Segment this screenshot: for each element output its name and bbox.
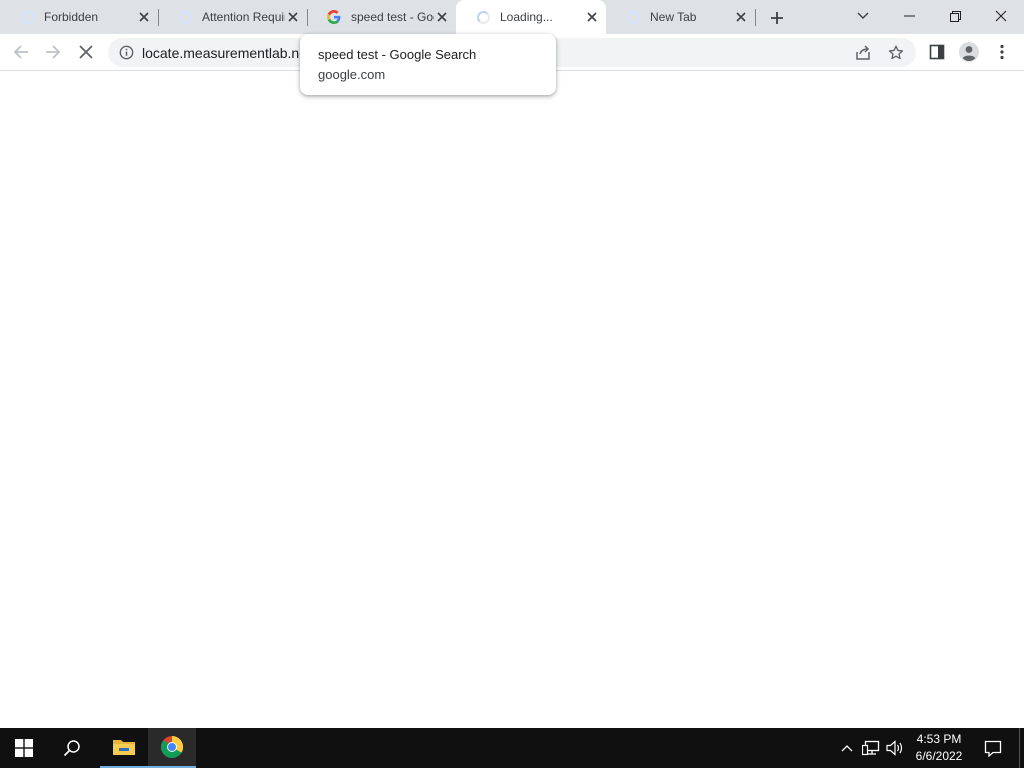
clock-time: 4:53 PM (916, 732, 962, 746)
tab-title: speed test - Google Search (351, 10, 434, 24)
plus-icon (771, 12, 783, 24)
tab-close-icon[interactable] (285, 9, 301, 25)
minimize-button[interactable] (886, 0, 932, 32)
tab-search-button[interactable] (840, 0, 886, 32)
info-icon[interactable] (118, 44, 134, 60)
tab-close-icon[interactable] (434, 9, 450, 25)
clock-date: 6/6/2022 (915, 749, 963, 763)
windows-taskbar: 4:53 PM 6/6/2022 (0, 728, 1024, 768)
profile-button[interactable] (956, 39, 982, 65)
loading-spinner-icon (476, 10, 490, 24)
loading-spinner-icon (626, 10, 640, 24)
tab-divider (755, 9, 756, 26)
system-clock[interactable]: 4:53 PM 6/6/2022 (908, 731, 970, 765)
new-tab-button[interactable] (766, 7, 788, 29)
back-button[interactable] (8, 39, 34, 65)
more-vert-icon (1000, 44, 1004, 60)
tab-close-icon[interactable] (584, 9, 600, 25)
loading-spinner-icon (20, 10, 34, 24)
show-hidden-icons-button[interactable] (838, 739, 856, 757)
action-center-button[interactable] (978, 728, 1008, 768)
start-button[interactable] (0, 728, 48, 768)
restore-button[interactable] (932, 0, 978, 32)
loading-spinner-icon (178, 10, 192, 24)
side-panel-button[interactable] (924, 39, 950, 65)
tab-title: New Tab (650, 10, 697, 24)
folder-icon (113, 740, 135, 755)
notification-icon (984, 740, 1002, 757)
menu-button[interactable] (989, 39, 1015, 65)
tab-loading-active[interactable]: Loading... (456, 0, 606, 34)
hover-card-title: speed test - Google Search (318, 47, 477, 62)
stop-loading-button[interactable] (73, 39, 99, 65)
hover-card-domain: google.com (318, 67, 386, 82)
close-window-button[interactable] (978, 0, 1024, 32)
show-desktop-button[interactable] (1019, 728, 1024, 768)
tab-title: Attention Required (202, 10, 285, 24)
share-icon[interactable] (854, 44, 872, 62)
tab-title: Forbidden (44, 10, 99, 24)
tab-speed-test-google[interactable]: speed test - Google Search (307, 0, 456, 34)
page-content (0, 71, 1024, 728)
tab-attention-required[interactable]: Attention Required (158, 0, 307, 34)
tab-forbidden[interactable]: Forbidden (0, 0, 158, 34)
tab-new-tab[interactable]: New Tab (606, 0, 755, 34)
volume-icon[interactable] (886, 739, 904, 757)
bookmark-star-icon[interactable] (887, 44, 905, 62)
tab-strip: Forbidden Attention Required speed test … (0, 0, 1024, 34)
close-icon (79, 45, 93, 59)
side-panel-icon (929, 44, 945, 60)
chrome-icon (160, 736, 183, 759)
restore-icon (949, 10, 961, 22)
tab-close-icon[interactable] (136, 9, 152, 25)
file-explorer-button[interactable] (100, 728, 148, 768)
minimize-icon (903, 15, 915, 17)
network-icon[interactable] (862, 739, 880, 757)
chevron-up-icon (841, 745, 853, 752)
close-icon (995, 10, 1007, 22)
arrow-right-icon (46, 45, 61, 59)
tab-close-icon[interactable] (733, 9, 749, 25)
avatar-icon (959, 42, 979, 62)
search-icon (63, 740, 80, 757)
tab-title: Loading... (500, 10, 553, 24)
search-button[interactable] (48, 728, 96, 768)
arrow-left-icon (13, 45, 28, 59)
tab-hover-card: speed test - Google Search google.com (300, 34, 556, 95)
google-g-icon (327, 10, 341, 24)
forward-button[interactable] (40, 39, 66, 65)
windows-logo-icon (15, 739, 33, 757)
address-url: locate.measurementlab.net (142, 45, 311, 61)
chrome-taskbar-button[interactable] (148, 728, 196, 768)
chevron-down-icon (857, 12, 869, 19)
